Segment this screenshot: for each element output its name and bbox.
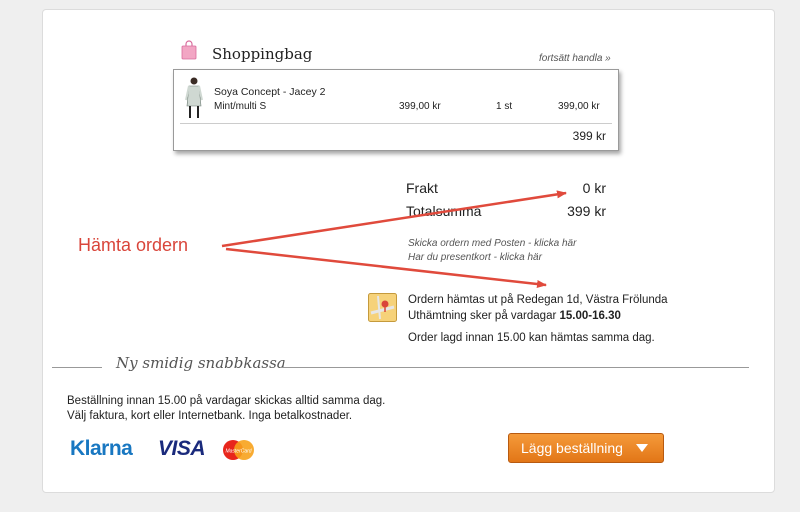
shipping-label: Frakt: [406, 180, 438, 196]
checkout-info-line1: Beställning innan 15.00 på vardagar skic…: [67, 395, 386, 407]
product-variant: Mint/multi S: [214, 101, 267, 112]
section-divider-left: [52, 367, 102, 368]
product-thumbnail[interactable]: [184, 76, 204, 120]
total-label: Totalsumma: [406, 203, 482, 219]
shipping-value: 0 kr: [582, 180, 606, 196]
gift-card-link[interactable]: Har du presentkort - klicka här: [408, 252, 542, 263]
cart-box: Soya Concept - Jacey 2 Mint/multi S 399,…: [173, 69, 619, 151]
cart-subtotal: 399 kr: [572, 129, 606, 143]
cart-divider: [180, 123, 612, 124]
post-shipping-link[interactable]: Skicka ordern med Posten - klicka här: [408, 238, 576, 249]
product-quantity: 1 st: [496, 101, 513, 112]
mastercard-logo: MasterCard: [223, 440, 254, 460]
total-value: 399 kr: [567, 203, 606, 219]
pickup-hours-time: 15.00-16.30: [559, 310, 621, 322]
pickup-address: Ordern hämtas ut på Redegan 1d, Västra F…: [408, 294, 668, 306]
product-price: 399,00 kr: [399, 101, 441, 112]
product-line-total: 399,00 kr: [558, 101, 600, 112]
pickup-hours: Uthämtning sker på vardagar 15.00-16.30: [408, 310, 621, 322]
pickup-same-day-note: Order lagd innan 15.00 kan hämtas samma …: [408, 332, 655, 344]
product-name[interactable]: Soya Concept - Jacey 2: [214, 86, 325, 98]
pickup-hours-prefix: Uthämtning sker på vardagar: [408, 310, 560, 322]
express-checkout-title: Ny smidig snabbkassa: [116, 354, 286, 372]
shopping-bag-icon: [181, 40, 197, 60]
continue-shopping-link[interactable]: fortsätt handla »: [539, 53, 611, 64]
visa-logo: VISA: [158, 437, 206, 460]
mastercard-text: MasterCard: [225, 449, 251, 455]
checkout-info-line2: Välj faktura, kort eller Internetbank. I…: [67, 410, 353, 422]
klarna-logo: Klarna: [70, 437, 133, 460]
annotation-label: Hämta ordern: [78, 235, 189, 255]
map-icon: [368, 293, 397, 322]
place-order-button[interactable]: Lägg beställning: [508, 433, 664, 463]
cart-title: Shoppingbag: [212, 45, 313, 63]
section-divider-right: [280, 367, 749, 368]
chevron-down-icon: [635, 444, 648, 452]
place-order-label: Lägg beställning: [521, 440, 623, 456]
